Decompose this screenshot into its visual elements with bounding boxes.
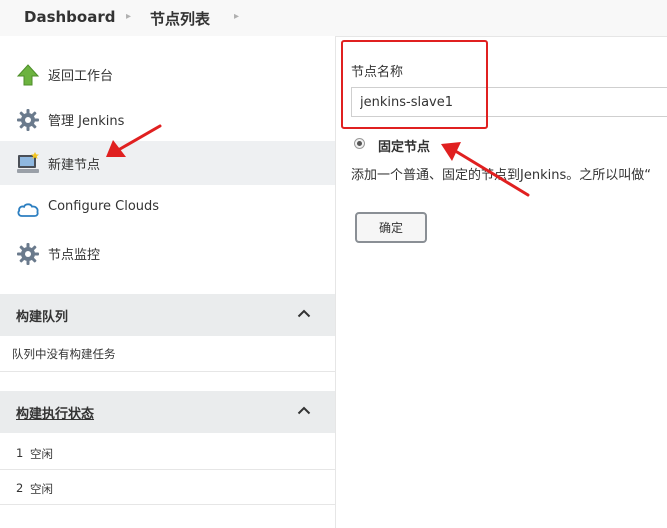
- sidebar-item-configure-clouds[interactable]: Configure Clouds: [0, 186, 335, 230]
- ok-button[interactable]: 确定: [355, 212, 427, 243]
- computer-icon: [17, 152, 39, 173]
- executor-status: 空闲: [30, 482, 53, 496]
- divider: [0, 504, 335, 505]
- breadcrumb-dashboard[interactable]: Dashboard: [24, 8, 115, 26]
- sidebar-item-label: 新建节点: [48, 158, 101, 173]
- executor-status: 空闲: [30, 447, 53, 461]
- sidebar-item-new-node[interactable]: 新建节点: [0, 141, 335, 185]
- node-name-label: 节点名称: [351, 65, 404, 80]
- sidebar-item-label: 节点监控: [48, 248, 101, 263]
- sidebar-item-back-to-dashboard[interactable]: 返回工作台: [0, 52, 335, 96]
- executor-index: 1: [16, 446, 24, 460]
- sidebar-item-label: Configure Clouds: [48, 199, 160, 214]
- executor-index: 2: [16, 481, 24, 495]
- breadcrumb-node-list[interactable]: 节点列表: [150, 8, 210, 29]
- up-arrow-icon: [16, 64, 40, 86]
- permanent-agent-label[interactable]: 固定节点: [378, 136, 430, 155]
- chevron-up-icon[interactable]: [297, 405, 311, 415]
- sidebar: 返回工作台 管理 Jenkins 新建节点 Configure Clouds 节…: [0, 36, 336, 528]
- chevron-up-icon[interactable]: [297, 308, 311, 318]
- breadcrumb-separator[interactable]: ▸: [126, 11, 131, 22]
- breadcrumb-bar: Dashboard ▸ 节点列表 ▸: [0, 0, 667, 37]
- sidebar-item-node-monitoring[interactable]: 节点监控: [0, 231, 335, 275]
- cloud-icon: [17, 203, 39, 217]
- breadcrumb-separator[interactable]: ▸: [234, 11, 239, 22]
- build-queue-header[interactable]: 构建队列: [0, 294, 335, 336]
- gear-icon: [17, 109, 39, 131]
- build-queue-title: 构建队列: [16, 310, 69, 325]
- sidebar-item-manage-jenkins[interactable]: 管理 Jenkins: [0, 97, 335, 141]
- permanent-agent-description: 添加一个普通、固定的节点到Jenkins。之所以叫做“: [351, 168, 651, 183]
- sidebar-item-label: 返回工作台: [48, 69, 114, 84]
- executor-status-title[interactable]: 构建执行状态: [16, 403, 94, 422]
- node-name-input[interactable]: [351, 87, 667, 117]
- divider: [0, 469, 335, 470]
- sidebar-item-label: 管理 Jenkins: [48, 114, 125, 129]
- build-queue-empty-text: 队列中没有构建任务: [12, 347, 116, 361]
- executor-status-header[interactable]: 构建执行状态: [0, 391, 335, 433]
- permanent-agent-radio[interactable]: [354, 138, 365, 149]
- gear-icon: [17, 243, 39, 265]
- divider: [0, 371, 335, 372]
